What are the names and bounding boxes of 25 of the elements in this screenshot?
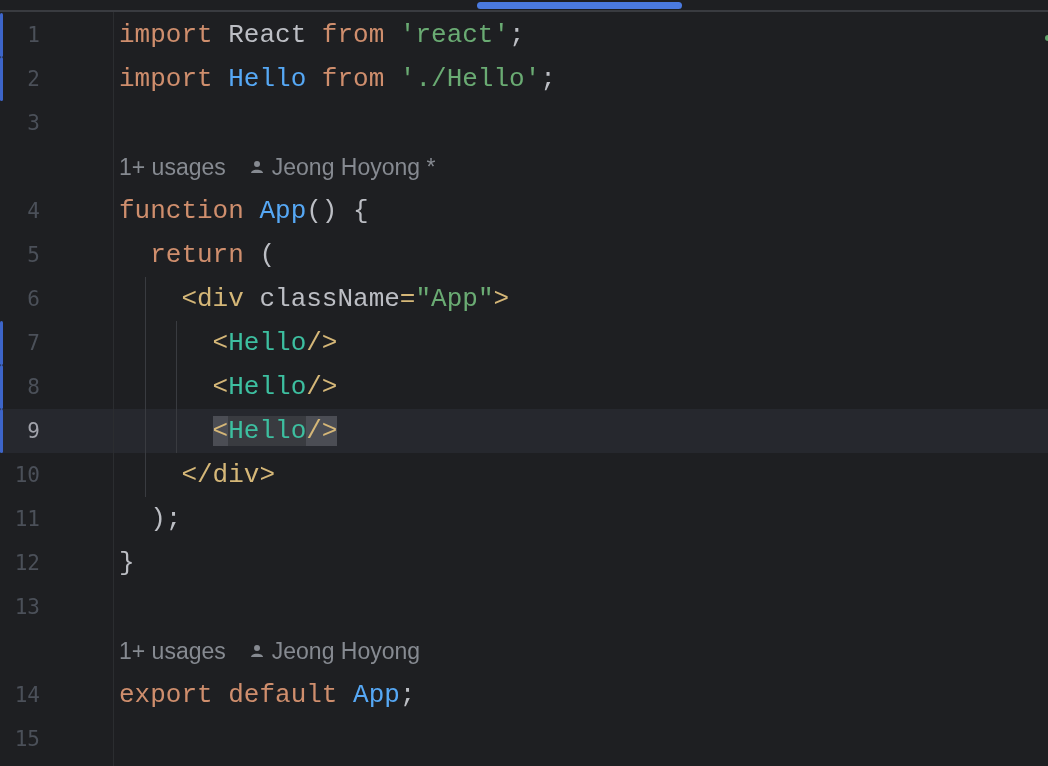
code-line: ); <box>150 504 182 534</box>
code-line: return ( <box>150 240 276 270</box>
person-icon <box>249 644 264 658</box>
line-number: 9 <box>26 419 40 443</box>
change-marker[interactable] <box>0 409 3 453</box>
change-marker[interactable] <box>0 365 3 409</box>
usages-hint[interactable]: 1+ usages <box>119 153 226 181</box>
person-icon <box>249 160 264 174</box>
code-line: <Hello/> <box>212 328 338 358</box>
change-marker[interactable] <box>0 13 3 57</box>
author-hint[interactable]: Jeong Hoyong * <box>271 153 436 181</box>
author-hint[interactable]: Jeong Hoyong <box>271 637 421 665</box>
code-line: import Hello from './Hello'; <box>119 64 556 94</box>
usages-hint[interactable]: 1+ usages <box>119 637 226 665</box>
change-marker[interactable] <box>0 321 3 365</box>
change-marker[interactable] <box>0 57 3 101</box>
code-line: import React from 'react'; <box>119 20 525 50</box>
code-line: } <box>119 548 135 578</box>
code-line: export default App; <box>119 680 416 710</box>
code-line: function App() { <box>119 196 369 226</box>
code-line: <Hello/> <box>212 416 338 446</box>
code-line: <div className="App"> <box>181 284 510 314</box>
code-line: <Hello/> <box>212 372 338 402</box>
scroll-thumb[interactable] <box>477 2 682 9</box>
code-line: </div> <box>181 460 276 490</box>
